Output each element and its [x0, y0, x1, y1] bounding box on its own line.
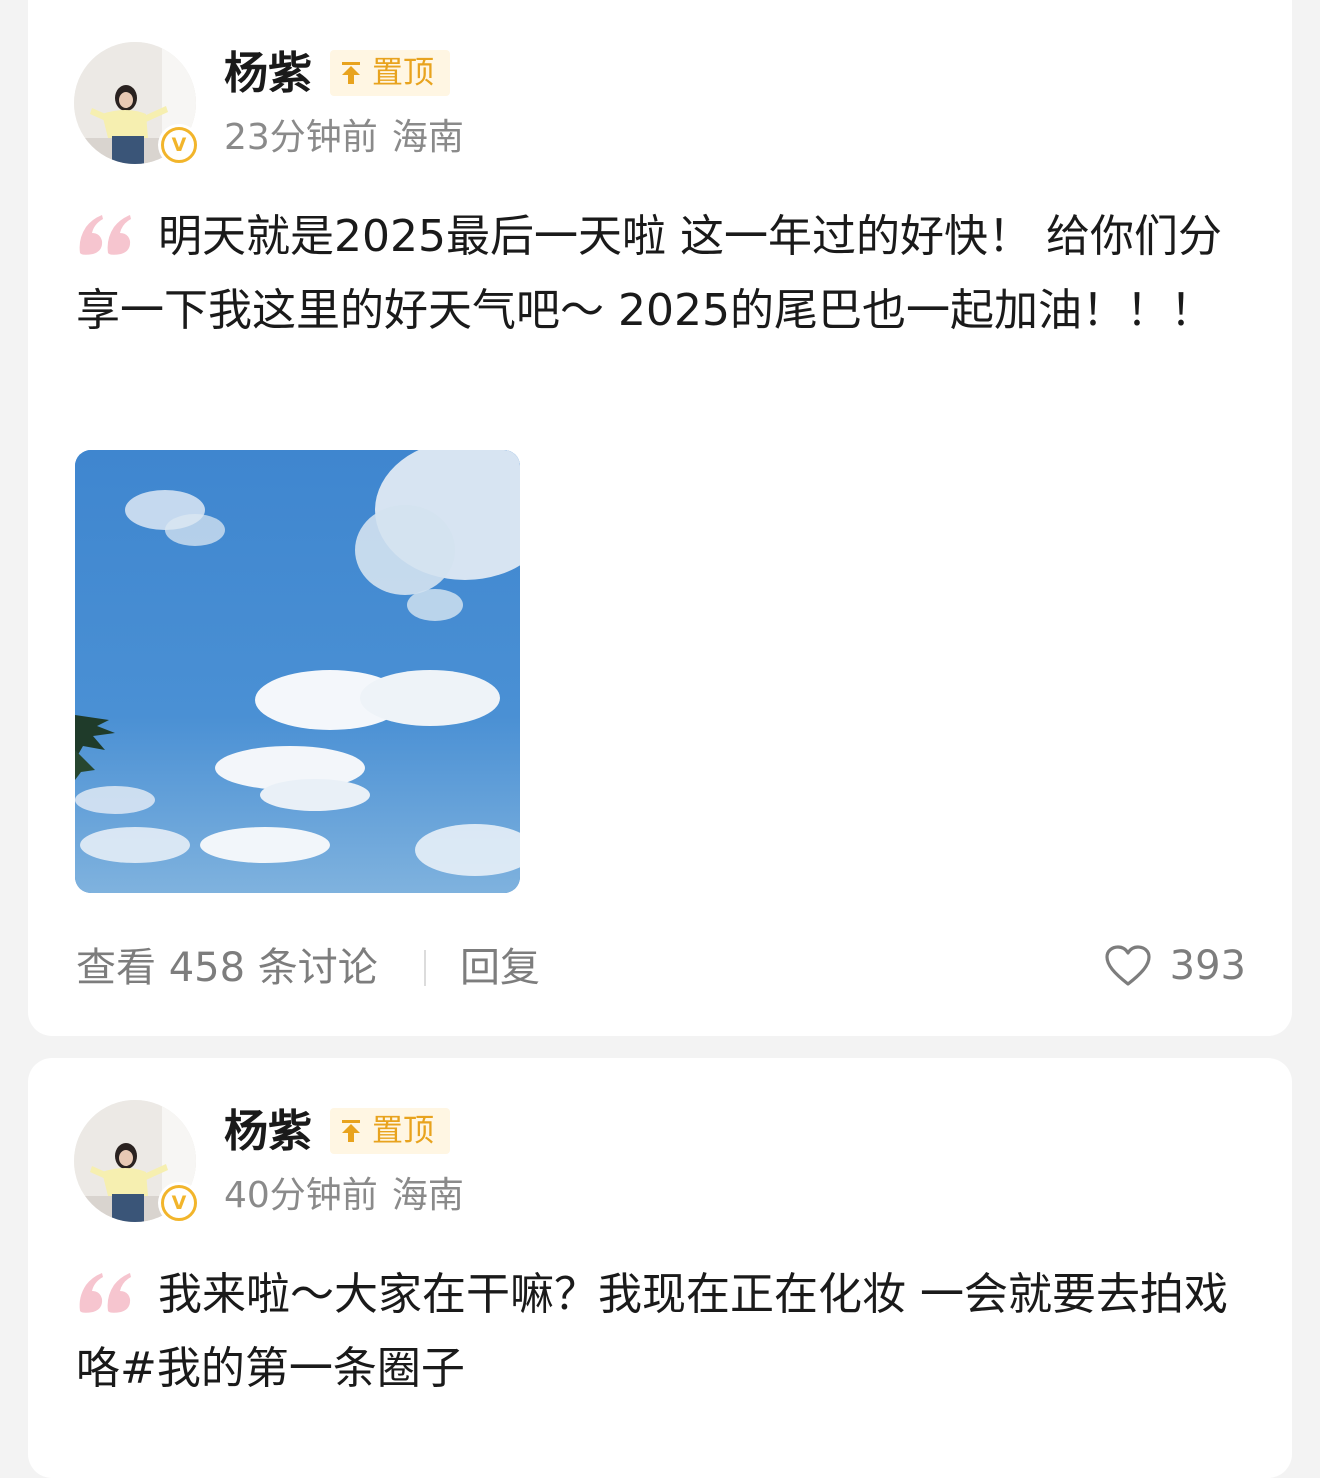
heart-icon: [1105, 945, 1151, 986]
post-actions: 查看 458 条讨论 回复 393: [76, 940, 1246, 1000]
post-text: 我来啦～大家在干嘛？我现在正在化妆 一会就要去拍戏咯#我的第一条圈子: [76, 1258, 1246, 1406]
post-meta: 23分钟前 海南: [224, 120, 464, 156]
post-card[interactable]: V 杨紫 置顶 23分钟前 海南 明天就是2025最后一天啦 这一年过的好快！ 给…: [28, 0, 1292, 1036]
pin-up-arrow-icon: [342, 62, 360, 84]
pinned-label: 置顶: [372, 1112, 434, 1149]
post-image-sky[interactable]: [75, 450, 520, 893]
quote-icon: [79, 1273, 131, 1313]
post-time: 23分钟前: [224, 117, 378, 158]
author-name[interactable]: 杨紫: [224, 1110, 312, 1154]
post-meta: 40分钟前 海南: [224, 1178, 464, 1214]
view-discussions-link[interactable]: 查看 458 条讨论: [76, 948, 378, 988]
post-card[interactable]: V 杨紫 置顶 40分钟前 海南 我来啦～大家在干嘛？我现在正在化妆 一会就要去拍…: [28, 1058, 1292, 1478]
post-text-content: 明天就是2025最后一天啦 这一年过的好快！ 给你们分享一下我这里的好天气吧～ …: [76, 211, 1222, 336]
divider: [424, 950, 426, 986]
like-button[interactable]: 393: [1104, 942, 1246, 990]
post-location: 海南: [391, 1175, 464, 1216]
post-text-content: 我来啦～大家在干嘛？我现在正在化妆 一会就要去拍戏咯#我的第一条圈子: [76, 1269, 1228, 1394]
author-name[interactable]: 杨紫: [224, 52, 312, 96]
like-count: 393: [1169, 943, 1246, 989]
post-time: 40分钟前: [224, 1175, 378, 1216]
pinned-label: 置顶: [372, 54, 434, 91]
pin-up-arrow-icon: [342, 1120, 360, 1142]
quote-icon: [79, 215, 131, 255]
pinned-badge: 置顶: [330, 1108, 450, 1154]
reply-button[interactable]: 回复: [460, 948, 540, 988]
post-text: 明天就是2025最后一天啦 这一年过的好快！ 给你们分享一下我这里的好天气吧～ …: [76, 200, 1246, 348]
verified-v-icon: V: [158, 1182, 200, 1224]
verified-v-icon: V: [158, 124, 200, 166]
post-location: 海南: [391, 117, 464, 158]
pinned-badge: 置顶: [330, 50, 450, 96]
